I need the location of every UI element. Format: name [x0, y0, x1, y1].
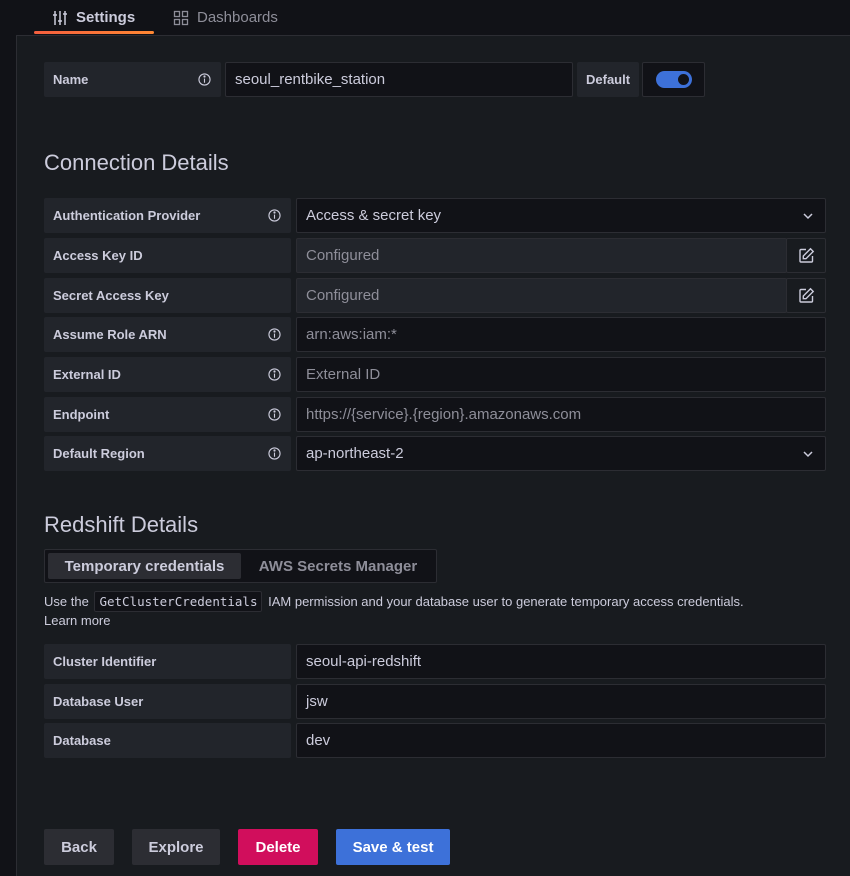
- endpoint-label: Endpoint: [44, 397, 291, 432]
- edit-icon: [798, 247, 814, 263]
- database-user-label: Database User: [44, 684, 291, 719]
- external-id-label: External ID: [44, 357, 291, 392]
- tab-settings[interactable]: Settings: [52, 0, 135, 35]
- learn-more-link[interactable]: Learn more: [44, 613, 110, 628]
- info-icon[interactable]: [198, 73, 211, 86]
- default-label: Default: [577, 62, 639, 97]
- cluster-identifier-label: Cluster Identifier: [44, 644, 291, 679]
- external-id-input[interactable]: External ID: [296, 357, 826, 392]
- redshift-help-text: Use the GetClusterCredentials IAM permis…: [44, 591, 834, 613]
- edit-icon: [798, 287, 814, 303]
- tab-aws-secrets-manager[interactable]: AWS Secrets Manager: [245, 553, 431, 579]
- toggle-knob: [677, 74, 689, 85]
- cluster-identifier-input[interactable]: seoul-api-redshift: [296, 644, 826, 679]
- tab-temporary-credentials[interactable]: Temporary credentials: [48, 553, 241, 579]
- access-key-id-label: Access Key ID: [44, 238, 291, 273]
- chevron-down-icon: [803, 213, 813, 220]
- redshift-details-heading: Redshift Details: [44, 512, 199, 537]
- assume-role-arn-input[interactable]: arn:aws:iam:*: [296, 317, 826, 352]
- info-icon[interactable]: [268, 408, 281, 421]
- explore-button[interactable]: Explore: [132, 829, 220, 865]
- edit-secret-key-button[interactable]: [786, 278, 826, 313]
- connection-details-heading: Connection Details: [44, 150, 229, 175]
- edit-access-key-button[interactable]: [786, 238, 826, 273]
- delete-button[interactable]: Delete: [238, 829, 318, 865]
- endpoint-input[interactable]: https://{service}.{region}.amazonaws.com: [296, 397, 826, 432]
- tab-settings-label: Settings: [76, 9, 136, 26]
- database-user-input[interactable]: jsw: [296, 684, 826, 719]
- default-region-select[interactable]: ap-northeast-2: [296, 436, 826, 471]
- database-label: Database: [44, 723, 291, 758]
- name-label: Name: [44, 62, 221, 97]
- tab-dashboards-label: Dashboards: [197, 9, 278, 26]
- save-and-test-button[interactable]: Save & test: [336, 829, 450, 865]
- info-icon[interactable]: [268, 447, 281, 460]
- grid-icon: [173, 10, 189, 26]
- auth-provider-select[interactable]: Access & secret key: [296, 198, 826, 233]
- database-input[interactable]: dev: [296, 723, 826, 758]
- chevron-down-icon: [803, 451, 813, 458]
- tab-dashboards[interactable]: Dashboards: [173, 0, 278, 35]
- active-tab-indicator: [34, 31, 154, 34]
- back-button[interactable]: Back: [44, 829, 114, 865]
- permission-code: GetClusterCredentials: [94, 591, 263, 612]
- secret-access-key-label: Secret Access Key: [44, 278, 291, 313]
- default-toggle-container: [642, 62, 705, 97]
- assume-role-arn-label: Assume Role ARN: [44, 317, 291, 352]
- info-icon[interactable]: [268, 368, 281, 381]
- page-tabs: Settings Dashboards: [0, 0, 850, 35]
- secret-access-key-input: Configured: [296, 278, 787, 313]
- access-key-id-input: Configured: [296, 238, 787, 273]
- sliders-icon: [52, 10, 68, 26]
- default-toggle[interactable]: [655, 71, 692, 88]
- name-input[interactable]: seoul_rentbike_station: [225, 62, 573, 97]
- credential-mode-tabs: Temporary credentials AWS Secrets Manage…: [44, 549, 437, 583]
- auth-provider-label: Authentication Provider: [44, 198, 291, 233]
- default-region-label: Default Region: [44, 436, 291, 471]
- info-icon[interactable]: [268, 209, 281, 222]
- info-icon[interactable]: [268, 328, 281, 341]
